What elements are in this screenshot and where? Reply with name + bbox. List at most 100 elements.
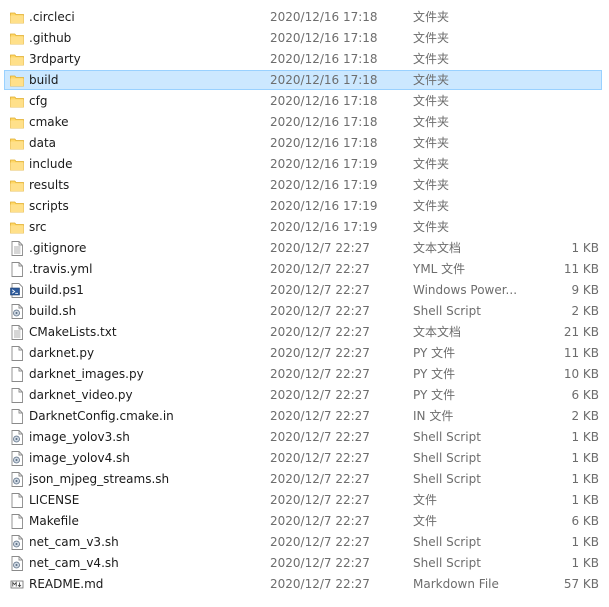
file-row[interactable]: CMakeLists.txt 2020/12/7 22:27 文本文档 21 KB bbox=[0, 322, 609, 343]
file-row[interactable]: data 2020/12/16 17:18 文件夹 bbox=[0, 133, 609, 154]
folder-icon bbox=[10, 220, 24, 235]
file-size: 1 KB bbox=[571, 430, 599, 444]
file-name: 3rdparty bbox=[29, 52, 81, 66]
file-modified-date: 2020/12/7 22:27 bbox=[270, 493, 370, 507]
file-row[interactable]: darknet_images.py 2020/12/7 22:27 PY 文件 10 … bbox=[0, 364, 609, 385]
file-modified-date: 2020/12/7 22:27 bbox=[270, 388, 370, 402]
file-row[interactable]: build.sh 2020/12/7 22:27 Shell Script 2 KB bbox=[0, 301, 609, 322]
file-size: 9 KB bbox=[571, 283, 599, 297]
file-name: image_yolov3.sh bbox=[29, 430, 130, 444]
file-row[interactable]: src 2020/12/16 17:19 文件夹 bbox=[0, 217, 609, 238]
file-name: data bbox=[29, 136, 57, 150]
file-type: 文件夹 bbox=[413, 31, 450, 45]
file-modified-date: 2020/12/16 17:18 bbox=[270, 52, 378, 66]
file-modified-date: 2020/12/16 17:19 bbox=[270, 220, 378, 234]
file-name: json_mjpeg_streams.sh bbox=[29, 472, 170, 486]
file-type: 文件夹 bbox=[413, 10, 450, 24]
file-name: darknet.py bbox=[29, 346, 95, 360]
file-name: DarknetConfig.cmake.in bbox=[29, 409, 174, 423]
file-row[interactable]: image_yolov4.sh 2020/12/7 22:27 Shell Scri… bbox=[0, 448, 609, 469]
file-type: 文本文档 bbox=[413, 325, 462, 339]
file-row[interactable]: darknet.py 2020/12/7 22:27 PY 文件 11 KB bbox=[0, 343, 609, 364]
file-size: 1 KB bbox=[571, 493, 599, 507]
file-type: IN 文件 bbox=[413, 409, 454, 423]
file-modified-date: 2020/12/16 17:18 bbox=[270, 73, 378, 87]
file-row[interactable]: image_yolov3.sh 2020/12/7 22:27 Shell Scri… bbox=[0, 427, 609, 448]
file-modified-date: 2020/12/16 17:18 bbox=[270, 10, 378, 24]
file-name: build bbox=[29, 73, 59, 87]
file-modified-date: 2020/12/7 22:27 bbox=[270, 514, 370, 528]
file-row[interactable]: .circleci 2020/12/16 17:18 文件夹 bbox=[0, 7, 609, 28]
file-row[interactable]: README.md 2020/12/7 22:27 Markdown File 57 … bbox=[0, 574, 609, 595]
file-row[interactable]: darknet_video.py 2020/12/7 22:27 PY 文件 6 KB bbox=[0, 385, 609, 406]
file-type: PY 文件 bbox=[413, 367, 456, 381]
file-row[interactable]: 3rdparty 2020/12/16 17:18 文件夹 bbox=[0, 49, 609, 70]
file-modified-date: 2020/12/16 17:18 bbox=[270, 115, 378, 129]
file-modified-date: 2020/12/7 22:27 bbox=[270, 451, 370, 465]
file-name: .github bbox=[29, 31, 72, 45]
file-size: 11 KB bbox=[563, 262, 599, 276]
file-name: README.md bbox=[29, 577, 104, 591]
file-modified-date: 2020/12/7 22:27 bbox=[270, 472, 370, 486]
file-modified-date: 2020/12/7 22:27 bbox=[270, 262, 370, 276]
file-icon bbox=[10, 514, 24, 529]
file-modified-date: 2020/12/7 22:27 bbox=[270, 367, 370, 381]
file-size: 1 KB bbox=[571, 451, 599, 465]
folder-icon bbox=[10, 136, 24, 151]
file-modified-date: 2020/12/7 22:27 bbox=[270, 430, 370, 444]
file-name: .travis.yml bbox=[29, 262, 93, 276]
text-file-icon bbox=[10, 325, 24, 340]
file-row[interactable]: .github 2020/12/16 17:18 文件夹 bbox=[0, 28, 609, 49]
file-name: net_cam_v4.sh bbox=[29, 556, 119, 570]
folder-icon bbox=[10, 73, 24, 88]
folder-icon bbox=[10, 199, 24, 214]
file-type: Shell Script bbox=[413, 430, 481, 444]
file-size: 21 KB bbox=[563, 325, 599, 339]
file-modified-date: 2020/12/7 22:27 bbox=[270, 556, 370, 570]
file-modified-date: 2020/12/7 22:27 bbox=[270, 304, 370, 318]
file-size: 1 KB bbox=[571, 535, 599, 549]
file-name: build.ps1 bbox=[29, 283, 84, 297]
file-row[interactable]: json_mjpeg_streams.sh 2020/12/7 22:27 Shel… bbox=[0, 469, 609, 490]
file-name: cmake bbox=[29, 115, 69, 129]
file-row[interactable]: scripts 2020/12/16 17:19 文件夹 bbox=[0, 196, 609, 217]
file-row[interactable]: .gitignore 2020/12/7 22:27 文本文档 1 KB bbox=[0, 238, 609, 259]
file-modified-date: 2020/12/16 17:19 bbox=[270, 157, 378, 171]
file-name: CMakeLists.txt bbox=[29, 325, 117, 339]
file-modified-date: 2020/12/7 22:27 bbox=[270, 409, 370, 423]
file-row[interactable]: net_cam_v3.sh 2020/12/7 22:27 Shell Script… bbox=[0, 532, 609, 553]
file-icon bbox=[10, 493, 24, 508]
file-row[interactable]: DarknetConfig.cmake.in 2020/12/7 22:27 IN … bbox=[0, 406, 609, 427]
folder-icon bbox=[10, 31, 24, 46]
file-row[interactable]: results 2020/12/16 17:19 文件夹 bbox=[0, 175, 609, 196]
file-size: 1 KB bbox=[571, 241, 599, 255]
file-row[interactable]: Makefile 2020/12/7 22:27 文件 6 KB bbox=[0, 511, 609, 532]
file-icon bbox=[10, 409, 24, 424]
script-icon bbox=[10, 451, 24, 466]
file-row[interactable]: cmake 2020/12/16 17:18 文件夹 bbox=[0, 112, 609, 133]
file-modified-date: 2020/12/16 17:19 bbox=[270, 178, 378, 192]
file-modified-date: 2020/12/16 17:18 bbox=[270, 136, 378, 150]
file-row[interactable]: net_cam_v4.sh 2020/12/7 22:27 Shell Script… bbox=[0, 553, 609, 574]
folder-icon bbox=[10, 178, 24, 193]
file-name: cfg bbox=[29, 94, 48, 108]
file-row[interactable]: include 2020/12/16 17:19 文件夹 bbox=[0, 154, 609, 175]
file-modified-date: 2020/12/7 22:27 bbox=[270, 535, 370, 549]
folder-icon bbox=[10, 115, 24, 130]
file-row[interactable]: build.ps1 2020/12/7 22:27 Windows Power...… bbox=[0, 280, 609, 301]
file-row[interactable]: build 2020/12/16 17:18 文件夹 bbox=[0, 70, 609, 91]
file-row[interactable]: .travis.yml 2020/12/7 22:27 YML 文件 11 KB bbox=[0, 259, 609, 280]
text-file-icon bbox=[10, 241, 24, 256]
folder-icon bbox=[10, 157, 24, 172]
file-size: 6 KB bbox=[571, 514, 599, 528]
script-icon bbox=[10, 430, 24, 445]
file-row[interactable]: LICENSE 2020/12/7 22:27 文件 1 KB bbox=[0, 490, 609, 511]
file-name: src bbox=[29, 220, 47, 234]
file-modified-date: 2020/12/16 17:18 bbox=[270, 94, 378, 108]
file-row[interactable]: cfg 2020/12/16 17:18 文件夹 bbox=[0, 91, 609, 112]
file-icon bbox=[10, 346, 24, 361]
file-list: .circleci 2020/12/16 17:18 文件夹 .github 2020/… bbox=[0, 0, 609, 607]
file-type: 文件夹 bbox=[413, 157, 450, 171]
file-type: Shell Script bbox=[413, 304, 481, 318]
file-modified-date: 2020/12/7 22:27 bbox=[270, 325, 370, 339]
